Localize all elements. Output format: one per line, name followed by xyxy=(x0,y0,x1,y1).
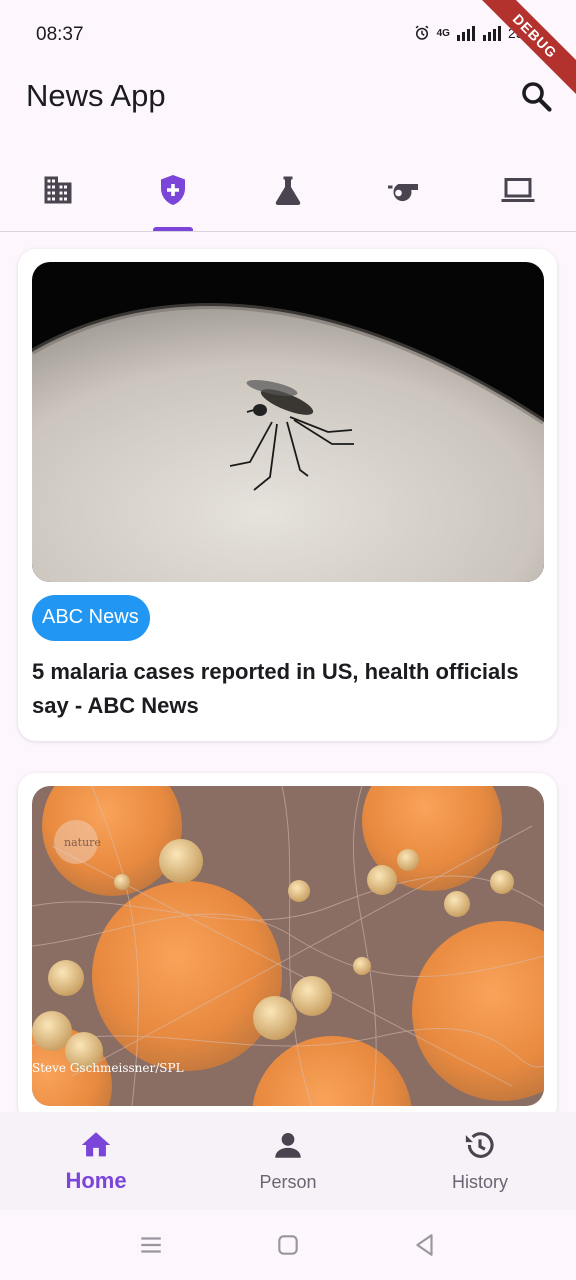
building-icon xyxy=(44,176,71,204)
recent-apps-icon[interactable] xyxy=(138,1232,164,1258)
article-image: nature Steve Gschmeissner/SPL xyxy=(32,786,544,1106)
search-icon xyxy=(522,82,552,112)
tab-sports[interactable] xyxy=(345,150,460,230)
nav-person-label: Person xyxy=(259,1172,317,1192)
article-card[interactable]: ABC News 5 malaria cases reported in US,… xyxy=(18,249,557,741)
article-title[interactable]: 5 malaria cases reported in US, health o… xyxy=(32,655,544,723)
battery-level: 25% xyxy=(507,25,536,41)
tab-health[interactable] xyxy=(115,150,230,230)
network-type: 4G xyxy=(436,27,450,39)
system-navigation-bar xyxy=(0,1210,576,1280)
tab-indicator xyxy=(153,227,193,231)
nav-history[interactable]: History xyxy=(384,1112,576,1210)
alarm-icon xyxy=(415,25,429,40)
app-bar: News App xyxy=(0,64,576,128)
home-system-icon[interactable] xyxy=(275,1232,301,1258)
tab-science[interactable] xyxy=(230,150,345,230)
person-icon xyxy=(275,1132,301,1158)
whistle-icon xyxy=(387,184,418,202)
bottom-navigation: Home Person History xyxy=(0,1112,576,1210)
news-feed[interactable]: ABC News 5 malaria cases reported in US,… xyxy=(0,232,576,1112)
article-image xyxy=(32,262,544,582)
tab-business[interactable] xyxy=(0,150,115,230)
mosquito-photo xyxy=(32,262,544,582)
source-chip[interactable]: ABC News xyxy=(32,595,150,641)
flask-icon xyxy=(275,176,300,205)
category-tabs xyxy=(0,150,576,232)
image-watermark: nature xyxy=(64,836,101,849)
nav-history-label: History xyxy=(451,1172,508,1192)
nav-home-label: Home xyxy=(65,1168,127,1193)
article-card[interactable]: nature Steve Gschmeissner/SPL xyxy=(18,773,557,1112)
history-icon xyxy=(465,1132,494,1158)
nav-person[interactable]: Person xyxy=(192,1112,384,1210)
back-icon[interactable] xyxy=(412,1232,438,1258)
tab-technology[interactable] xyxy=(460,150,575,230)
laptop-icon xyxy=(501,178,534,202)
signal-icon-2 xyxy=(482,26,501,41)
signal-icon xyxy=(456,26,475,41)
search-button[interactable] xyxy=(518,78,554,114)
status-icons: 4G 25% xyxy=(413,24,536,42)
app-title: News App xyxy=(26,78,166,113)
fat-cells-photo: nature Steve Gschmeissner/SPL xyxy=(32,786,544,1106)
health-shield-icon xyxy=(160,175,185,205)
status-time: 08:37 xyxy=(36,24,84,45)
nav-home[interactable]: Home xyxy=(0,1112,192,1210)
image-credit: Steve Gschmeissner/SPL xyxy=(32,1061,184,1075)
home-icon xyxy=(81,1132,111,1157)
status-bar: 08:37 4G 25% DEBUG xyxy=(0,0,576,98)
